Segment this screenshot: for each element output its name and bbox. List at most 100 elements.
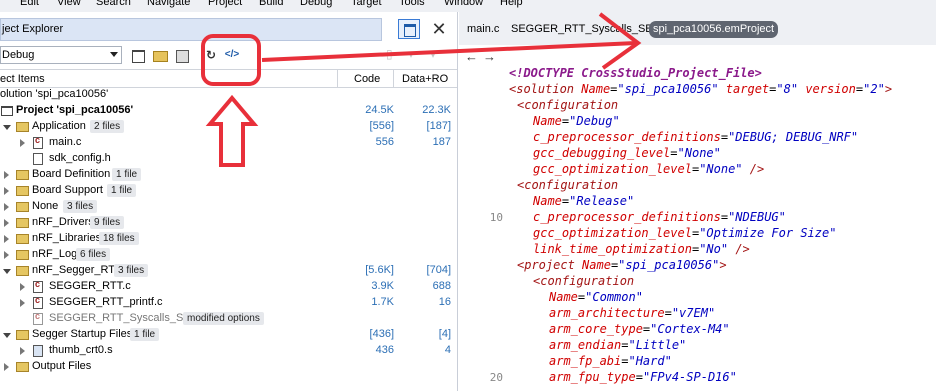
tree-row-file[interactable]: thumb_crt0.s 436 4 — [0, 343, 457, 359]
menu-navigate[interactable]: Navigate — [147, 0, 190, 8]
tag-bracket: > — [884, 82, 893, 96]
expand-arrow-icon[interactable] — [4, 235, 9, 243]
column-data-ro[interactable]: Data+RO — [402, 73, 448, 85]
c-file-icon — [33, 311, 43, 325]
line-number: 10 — [489, 211, 503, 224]
tag-name: <project — [517, 258, 575, 272]
menu-tools[interactable]: Tools — [399, 0, 425, 8]
code-line: c_preprocessor_definitions="NDEBUG" — [533, 210, 786, 224]
tree-row-file[interactable]: SEGGER_RTT.c 3.9K 688 — [0, 279, 457, 295]
tree-row-file[interactable]: SEGGER_RTT_Syscalls_SES.c modified optio… — [0, 311, 457, 327]
attr-value: "Cortex-M4" — [650, 322, 730, 336]
file-count-badge: 3 files — [114, 264, 149, 277]
menu-view[interactable]: View — [57, 0, 81, 8]
tag-name: <configuration — [533, 274, 635, 288]
tree-row-folder[interactable]: Board Definition 1 file — [0, 167, 457, 183]
tab-main-c[interactable]: main.c — [463, 21, 503, 38]
properties-icon[interactable] — [174, 47, 190, 63]
expand-arrow-icon[interactable] — [3, 269, 11, 274]
tab-project-file[interactable]: spi_pca10056.emProject — [649, 21, 779, 38]
nav-forward-icon[interactable]: → — [483, 49, 496, 64]
tree-row-folder[interactable]: Board Support 1 file — [0, 183, 457, 199]
tree-row-folder[interactable]: nRF_Libraries 18 files — [0, 231, 457, 247]
sync-icon[interactable]: ↻ — [203, 47, 219, 63]
expand-arrow-icon[interactable] — [4, 219, 9, 227]
menu-target[interactable]: Target — [351, 0, 382, 8]
tab-segger-syscalls[interactable]: SEGGER_RTT_Syscalls_SES.c — [507, 21, 673, 38]
menu-help[interactable]: Help — [500, 0, 523, 8]
tree-label: SEGGER_RTT.c — [49, 280, 131, 292]
expand-arrow-icon[interactable] — [3, 333, 11, 338]
column-divider[interactable] — [337, 70, 338, 88]
data-size: [187] — [426, 120, 451, 132]
folder-icon[interactable] — [152, 47, 168, 63]
code-line: Name="Debug" — [533, 114, 620, 128]
tree-label: Board Support — [32, 184, 103, 196]
tree-row-folder[interactable]: Segger Startup Files 1 file [436] [4] — [0, 327, 457, 343]
attr-name: target — [725, 82, 770, 96]
column-divider[interactable] — [393, 70, 394, 88]
tree-row-solution[interactable]: olution 'spi_pca10056' — [0, 87, 457, 103]
menu-build[interactable]: Build — [259, 0, 283, 8]
close-icon[interactable]: ✕ — [428, 19, 450, 39]
tree-row-folder[interactable]: Output Files — [0, 359, 457, 375]
tree-row-file[interactable]: sdk_config.h — [0, 151, 457, 167]
code-size: 556 — [375, 136, 394, 148]
expand-arrow-icon[interactable] — [20, 299, 25, 307]
window-icon[interactable] — [130, 47, 146, 63]
code-view-icon[interactable]: </> — [224, 47, 240, 63]
data-size: [704] — [426, 264, 451, 276]
menu-edit[interactable]: Edit — [20, 0, 39, 8]
code-line: <configuration — [533, 274, 634, 288]
data-size: 688 — [432, 280, 451, 292]
tree-label: Segger Startup Files — [32, 328, 133, 340]
code-line: arm_architecture="v7EM" — [549, 306, 716, 320]
code-line: c_preprocessor_definitions="DEBUG; DEBUG… — [533, 130, 859, 144]
attr-value: "2" — [863, 82, 885, 96]
tree-row-folder[interactable]: nRF_Segger_RTT 3 files [5.6K] [704] — [0, 263, 457, 279]
attr-name: version — [805, 82, 856, 96]
expand-arrow-icon[interactable] — [4, 251, 9, 259]
column-header: ect Items Code Data+RO — [0, 69, 457, 88]
tree-row-file[interactable]: SEGGER_RTT_printf.c 1.7K 16 — [0, 295, 457, 311]
maximize-icon[interactable] — [398, 19, 420, 39]
doctype-text: <!DOCTYPE CrossStudio_Project_File> — [509, 66, 762, 80]
menu-search[interactable]: Search — [96, 0, 131, 8]
column-items[interactable]: ect Items — [0, 73, 45, 85]
code-editor[interactable]: <!DOCTYPE CrossStudio_Project_File> <sol… — [459, 64, 936, 391]
expand-arrow-icon[interactable] — [20, 139, 25, 147]
menu-project[interactable]: Project — [208, 0, 242, 8]
expand-arrow-icon[interactable] — [4, 363, 9, 371]
code-size: [5.6K] — [365, 264, 394, 276]
code-size: 1.7K — [371, 296, 394, 308]
code-line: arm_core_type="Cortex-M4" — [549, 322, 730, 336]
file-count-badge: 18 files — [99, 232, 139, 245]
expand-arrow-icon[interactable] — [4, 203, 9, 211]
folder-icon — [16, 186, 29, 196]
attr-value: "spi_pca10056" — [617, 82, 719, 96]
configuration-select[interactable]: Debug — [0, 46, 122, 64]
expand-arrow-icon[interactable] — [4, 171, 9, 179]
menu-debug[interactable]: Debug — [300, 0, 332, 8]
expand-arrow-icon[interactable] — [3, 125, 11, 130]
attr-value: "v7EM" — [671, 306, 716, 320]
attr-name: Name — [549, 290, 578, 304]
column-code[interactable]: Code — [354, 73, 380, 85]
tree-row-folder[interactable]: nRF_Log 6 files — [0, 247, 457, 263]
expand-arrow-icon[interactable] — [20, 347, 25, 355]
tree-row-file[interactable]: main.c 556 187 — [0, 135, 457, 151]
modified-options-badge: modified options — [183, 312, 264, 325]
nav-back-icon[interactable]: ← — [465, 49, 478, 64]
tree-row-folder[interactable]: Application 2 files [556] [187] — [0, 119, 457, 135]
expand-arrow-icon[interactable] — [4, 187, 9, 195]
c-file-icon — [33, 295, 43, 309]
menu-window[interactable]: Window — [444, 0, 483, 8]
data-size: 22.3K — [422, 104, 451, 116]
tree-row-project[interactable]: Project 'spi_pca10056' 24.5K 22.3K — [0, 103, 457, 119]
expand-arrow-icon[interactable] — [20, 283, 25, 291]
attr-name: arm_architecture — [549, 306, 665, 320]
tree-row-folder[interactable]: nRF_Drivers 9 files — [0, 215, 457, 231]
tree-row-folder[interactable]: None 3 files — [0, 199, 457, 215]
editor-tab-bar: main.c SEGGER_RTT_Syscalls_SES.c spi_pca… — [459, 12, 936, 45]
explorer-toolbar: Debug ↻ </> ▯ ▾ ▾ — [0, 44, 457, 70]
